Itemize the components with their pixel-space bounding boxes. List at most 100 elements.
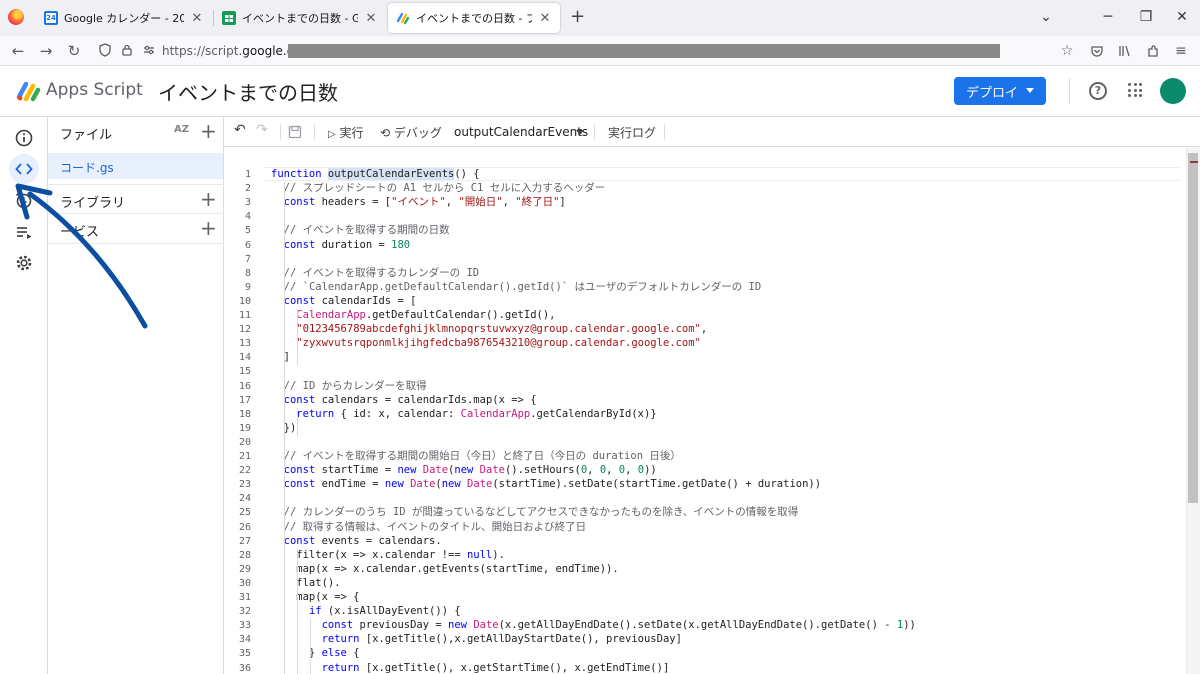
- browser-tab-bar: 24 Google カレンダー - 2023年 6月 2 ✕ イベントまでの日数…: [0, 0, 1200, 36]
- code-line[interactable]: "0123456789abcdefghijklmnopqrstuvwxyz@gr…: [271, 322, 707, 336]
- code-line[interactable]: // イベントを取得するカレンダーの ID: [271, 266, 479, 280]
- toolbar-divider: [594, 124, 595, 140]
- menu-icon[interactable]: ≡: [1172, 42, 1190, 60]
- add-service-icon[interactable]: +: [200, 216, 217, 240]
- code-line[interactable]: const events = calendars.: [271, 534, 442, 548]
- code-line[interactable]: // スプレッドシートの A1 セルから C1 セルに入力するヘッダー: [271, 181, 606, 195]
- code-line[interactable]: const duration = 180: [271, 238, 410, 252]
- code-line[interactable]: // イベントを取得する期間の開始日（今日）と終了日（今日の duration …: [271, 449, 681, 463]
- close-window-icon[interactable]: ✕: [1172, 8, 1192, 26]
- line-number: 31: [238, 592, 251, 603]
- executions-button[interactable]: [9, 217, 39, 247]
- code-line[interactable]: // 取得する情報は、イベントのタイトル、開始日および終了日: [271, 520, 586, 534]
- toolbar-divider: [280, 124, 281, 140]
- list-all-tabs-icon[interactable]: ⌄: [1036, 8, 1056, 26]
- code-line[interactable]: ]: [271, 350, 290, 364]
- scrollbar-marker: [1190, 161, 1198, 163]
- caret-down-icon: [576, 130, 584, 135]
- restore-icon[interactable]: ❐: [1136, 8, 1156, 26]
- line-number: 8: [244, 267, 251, 279]
- code-line[interactable]: return { id: x, calendar: CalendarApp.ge…: [271, 407, 656, 421]
- editor-button[interactable]: [9, 154, 39, 184]
- firefox-icon[interactable]: [8, 9, 24, 25]
- sort-az-icon[interactable]: AZ: [174, 124, 189, 135]
- project-title[interactable]: イベントまでの日数: [158, 77, 338, 106]
- function-select[interactable]: outputCalendarEvents: [454, 125, 588, 139]
- line-number: 15: [238, 366, 251, 378]
- code-line[interactable]: map(x => x.calendar.getEvents(startTime,…: [271, 562, 618, 576]
- reload-icon[interactable]: ↻: [64, 41, 84, 61]
- code-line[interactable]: flat().: [271, 576, 340, 590]
- close-icon[interactable]: ✕: [538, 11, 552, 26]
- code-line[interactable]: // イベントを取得する期間の日数: [271, 223, 450, 237]
- minimize-icon[interactable]: ─: [1098, 8, 1118, 26]
- tracking-shield-icon[interactable]: [98, 43, 112, 57]
- code-line[interactable]: const startTime = new Date(new Date().se…: [271, 463, 657, 477]
- code-line[interactable]: "zyxwvutsrqponmlkjihgfedcba9876543210@gr…: [271, 336, 701, 350]
- code-line[interactable]: return [x.getTitle(),x.getAllDayStartDat…: [271, 632, 682, 646]
- file-name: コード.gs: [60, 161, 114, 175]
- line-number: 1: [244, 169, 251, 180]
- run-button[interactable]: ▷ 実行: [328, 124, 364, 141]
- overview-button[interactable]: [9, 123, 39, 153]
- code-line[interactable]: const calendarIds = [: [271, 294, 417, 308]
- sheets-favicon-icon: [222, 11, 236, 25]
- save-icon[interactable]: [288, 125, 302, 139]
- permissions-icon[interactable]: [142, 43, 156, 57]
- indent-guide: [310, 661, 311, 674]
- code-line[interactable]: CalendarApp.getDefaultCalendar().getId()…: [271, 308, 555, 322]
- code-line[interactable]: filter(x => x.calendar !== null).: [271, 548, 505, 562]
- code-line[interactable]: const previousDay = new Date(x.getAllDay…: [271, 618, 916, 632]
- library-icon[interactable]: [1118, 44, 1132, 58]
- alarm-icon: [15, 192, 33, 209]
- file-panel: ファイル AZ + コード.gs ライブラリ + ービス +: [48, 117, 224, 674]
- code-line[interactable]: const headers = ["イベント", "開始日", "終了日"]: [271, 195, 566, 209]
- extensions-icon[interactable]: [1146, 44, 1160, 58]
- libraries-section[interactable]: ライブラリ +: [48, 184, 224, 214]
- code-line[interactable]: const endTime = new Date(new Date(startT…: [271, 477, 821, 491]
- line-number: 5: [244, 225, 251, 237]
- code-editor[interactable]: 1 2 3 4 5 6 7 8 9 10 11 12 13 14 15 16 17 18 19 20 21 22 23 24 2…: [224, 147, 1200, 674]
- debug-button[interactable]: ⟲ デバッグ: [380, 124, 442, 141]
- redo-icon[interactable]: ↷: [256, 122, 268, 138]
- code-line[interactable]: // `CalendarApp.getDefaultCalendar().get…: [271, 280, 762, 294]
- code-line[interactable]: // ID からカレンダーを取得: [271, 379, 427, 393]
- settings-button[interactable]: [9, 248, 39, 278]
- pocket-icon[interactable]: [1090, 44, 1104, 58]
- tab-apps-script[interactable]: イベントまでの日数 - プロジェクト編 ✕: [388, 3, 560, 33]
- services-section[interactable]: ービス +: [48, 214, 224, 244]
- line-number: 14: [238, 352, 251, 364]
- tab-google-calendar[interactable]: 24 Google カレンダー - 2023年 6月 2 ✕: [36, 3, 212, 33]
- new-tab-icon[interactable]: +: [570, 8, 585, 26]
- line-number: 26: [238, 521, 251, 533]
- tab-google-sheets[interactable]: イベントまでの日数 - Google スプレ ✕: [214, 3, 386, 33]
- deploy-button[interactable]: デプロイ: [954, 77, 1046, 105]
- url-prefix: https://script.: [162, 44, 243, 58]
- google-apps-icon[interactable]: [1128, 83, 1142, 97]
- back-icon[interactable]: ←: [8, 41, 28, 61]
- execution-log-button[interactable]: 実行ログ: [608, 124, 656, 141]
- file-item[interactable]: コード.gs: [48, 153, 223, 179]
- avatar[interactable]: [1160, 78, 1186, 104]
- line-number: 35: [238, 648, 251, 660]
- help-icon[interactable]: ?: [1089, 82, 1107, 100]
- scrollbar-thumb[interactable]: [1188, 153, 1198, 503]
- triggers-button[interactable]: [9, 185, 39, 215]
- code-line[interactable]: const calendars = calendarIds.map(x => {: [271, 393, 537, 407]
- line-number: 11: [238, 310, 251, 321]
- add-file-icon[interactable]: +: [200, 119, 217, 143]
- toolbar-divider: [314, 124, 315, 140]
- line-number: 29: [238, 563, 251, 575]
- lock-icon[interactable]: [120, 43, 134, 57]
- bookmark-star-icon[interactable]: ☆: [1058, 42, 1076, 60]
- close-icon[interactable]: ✕: [364, 11, 378, 26]
- close-icon[interactable]: ✕: [190, 11, 204, 26]
- undo-icon[interactable]: ↶: [234, 122, 246, 138]
- apps-script-logo-icon[interactable]: [16, 80, 42, 102]
- code-line[interactable]: return [x.getTitle(), x.getStartTime(), …: [271, 661, 670, 674]
- forward-icon[interactable]: →: [36, 41, 56, 61]
- add-library-icon[interactable]: +: [200, 187, 217, 211]
- code-line[interactable]: // カレンダーのうち ID が間違っているなどしてアクセスできなかったものを除…: [271, 505, 799, 519]
- code-line[interactable]: function outputCalendarEvents() {: [271, 167, 480, 181]
- code-line[interactable]: if (x.isAllDayEvent()) {: [271, 604, 461, 618]
